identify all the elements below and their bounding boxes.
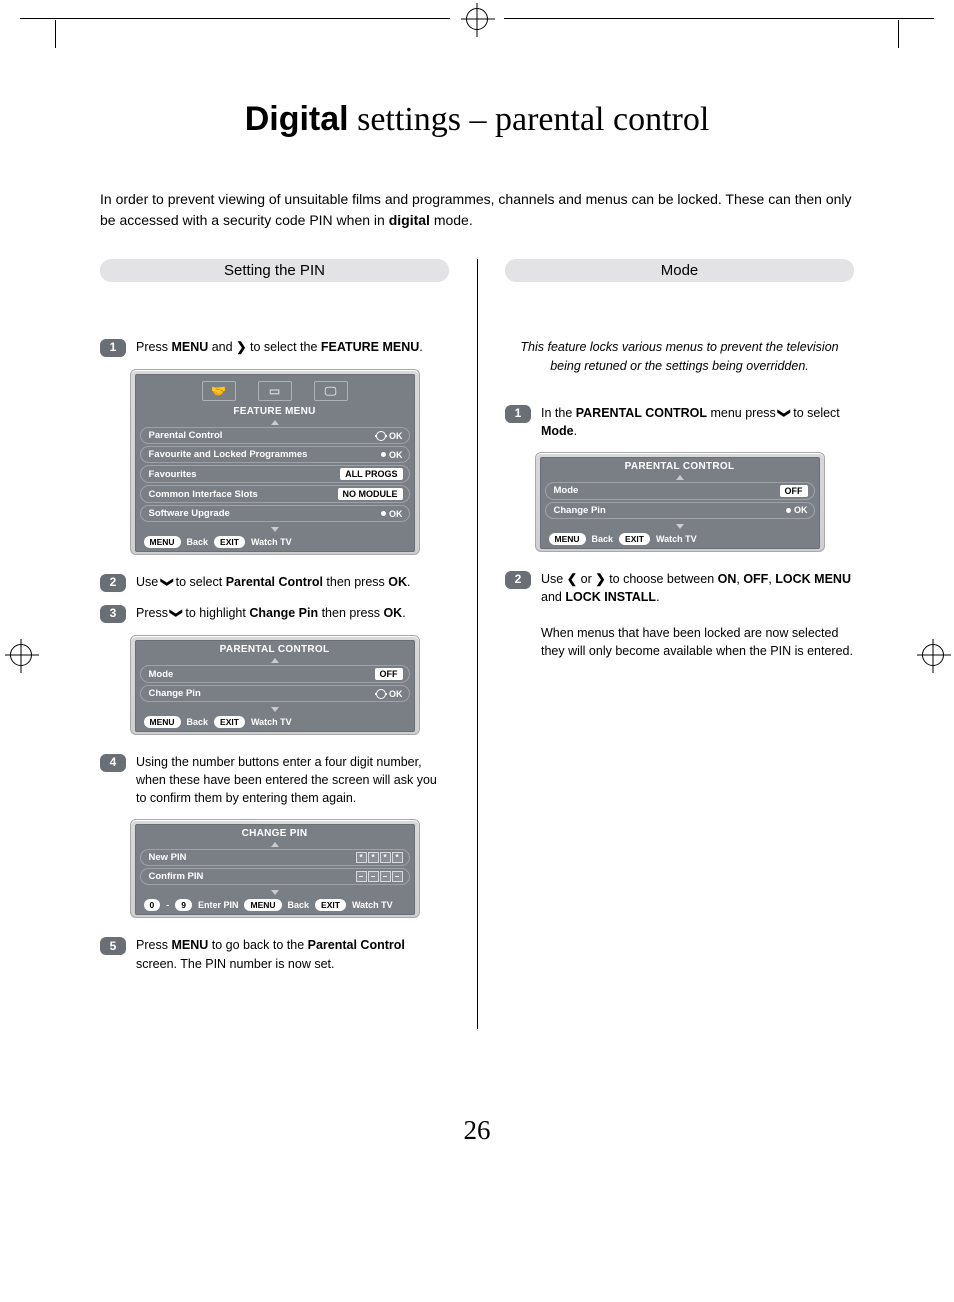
step-3: 3 Press ❯ to highlight Change Pin then p… <box>100 604 449 623</box>
column-left: Setting the PIN 1 Press MENU and ❯ to se… <box>100 259 477 985</box>
osd-row-parental-control: Parental ControlOK <box>140 427 410 444</box>
osd-title: CHANGE PIN <box>136 825 414 839</box>
osd-icon-tv-icon: 🖵 <box>314 381 348 401</box>
osd-title: PARENTAL CONTROL <box>541 458 819 472</box>
osd-row-mode: ModeOFF <box>545 482 815 500</box>
chevron-left-icon: ❮ <box>567 572 577 586</box>
menu-pill: MENU <box>549 533 586 545</box>
mode-note: This feature locks various menus to prev… <box>505 338 854 376</box>
chevron-down-icon: ❯ <box>158 577 176 587</box>
osd-icon-card-icon: ▭ <box>258 381 292 401</box>
crop-mark-top <box>0 0 954 30</box>
osd-footer: MENUBack EXITWatch TV <box>136 712 414 731</box>
osd-icon-handshake-icon: 🤝 <box>202 381 236 401</box>
menu-pill: MENU <box>244 899 281 911</box>
osd-footer: MENUBack EXITWatch TV <box>541 529 819 548</box>
osd-row-mode: ModeOFF <box>140 665 410 683</box>
step-badge-3: 3 <box>100 605 126 623</box>
chevron-right-icon: ❯ <box>595 572 605 586</box>
menu-pill: MENU <box>144 536 181 548</box>
chevron-right-icon: ❯ <box>236 340 246 354</box>
page-number: 26 <box>100 1115 854 1146</box>
osd-row-change-pin: Change PinOK <box>140 685 410 702</box>
step-badge-1: 1 <box>505 405 531 423</box>
exit-pill: EXIT <box>214 716 245 728</box>
osd-title: PARENTAL CONTROL <box>136 641 414 655</box>
osd-parental-control-left: PARENTAL CONTROL ModeOFF Change PinOK ME… <box>130 635 420 735</box>
step-1: 1 Press MENU and ❯ to select the FEATURE… <box>100 338 449 357</box>
osd-change-pin: CHANGE PIN New PIN **** Confirm PIN ––––… <box>130 819 420 918</box>
step-badge-1: 1 <box>100 339 126 357</box>
osd-footer: 0- 9Enter PIN MENUBack EXITWatch TV <box>136 895 414 914</box>
right-step-2: 2 Use ❮ or ❯ to choose between ON, OFF, … <box>505 570 854 661</box>
nav-dpad-icon <box>376 689 386 699</box>
step-badge-2: 2 <box>100 574 126 592</box>
chevron-down-icon: ❯ <box>168 608 186 618</box>
osd-row-favourites: FavouritesALL PROGS <box>140 465 410 483</box>
osd-iconbar: 🤝 ▭ 🖵 <box>136 375 414 403</box>
osd-row-change-pin: Change PinOK <box>545 502 815 519</box>
osd-row-new-pin: New PIN **** <box>140 849 410 866</box>
chevron-down-icon: ❯ <box>775 407 793 417</box>
crop-mark-left <box>10 644 32 666</box>
osd-row-confirm-pin: Confirm PIN –––– <box>140 868 410 885</box>
osd-row-sw-upgrade: Software UpgradeOK <box>140 505 410 522</box>
step-badge-4: 4 <box>100 754 126 772</box>
crop-mark-right <box>922 644 944 666</box>
pin-entry-new: **** <box>356 852 403 863</box>
pin-entry-confirm: –––– <box>356 871 403 882</box>
osd-title: FEATURE MENU <box>136 403 414 417</box>
exit-pill: EXIT <box>315 899 346 911</box>
column-divider <box>477 259 478 1029</box>
corner-tl <box>55 20 83 48</box>
osd-row-ci-slots: Common Interface SlotsNO MODULE <box>140 485 410 503</box>
corner-tr <box>871 20 899 48</box>
page-title: Digital settings – parental control <box>100 100 854 139</box>
step-4: 4 Using the number buttons enter a four … <box>100 753 449 807</box>
nav-dpad-icon <box>376 431 386 441</box>
intro-paragraph: In order to prevent viewing of unsuitabl… <box>100 189 854 231</box>
osd-feature-menu: 🤝 ▭ 🖵 FEATURE MENU Parental ControlOK Fa… <box>130 369 420 555</box>
section-header-mode: Mode <box>505 259 854 282</box>
section-header-setting-pin: Setting the PIN <box>100 259 449 282</box>
osd-row-fav-locked: Favourite and Locked ProgrammesOK <box>140 446 410 463</box>
exit-pill: EXIT <box>619 533 650 545</box>
column-right: Mode This feature locks various menus to… <box>477 259 854 985</box>
osd-parental-control-right: PARENTAL CONTROL ModeOFF Change PinOK ME… <box>535 452 825 552</box>
zero-pill: 0 <box>144 899 161 911</box>
title-bold: Digital <box>245 100 349 138</box>
step-badge-2: 2 <box>505 571 531 589</box>
step-5: 5 Press MENU to go back to the Parental … <box>100 936 449 972</box>
right-step-1: 1 In the PARENTAL CONTROL menu press ❯ t… <box>505 404 854 440</box>
step-badge-5: 5 <box>100 937 126 955</box>
osd-footer: MENUBack EXITWatch TV <box>136 532 414 551</box>
nine-pill: 9 <box>175 899 192 911</box>
exit-pill: EXIT <box>214 536 245 548</box>
menu-pill: MENU <box>144 716 181 728</box>
title-rest: settings – parental control <box>349 101 710 138</box>
step-2: 2 Use ❯ to select Parental Control then … <box>100 573 449 592</box>
